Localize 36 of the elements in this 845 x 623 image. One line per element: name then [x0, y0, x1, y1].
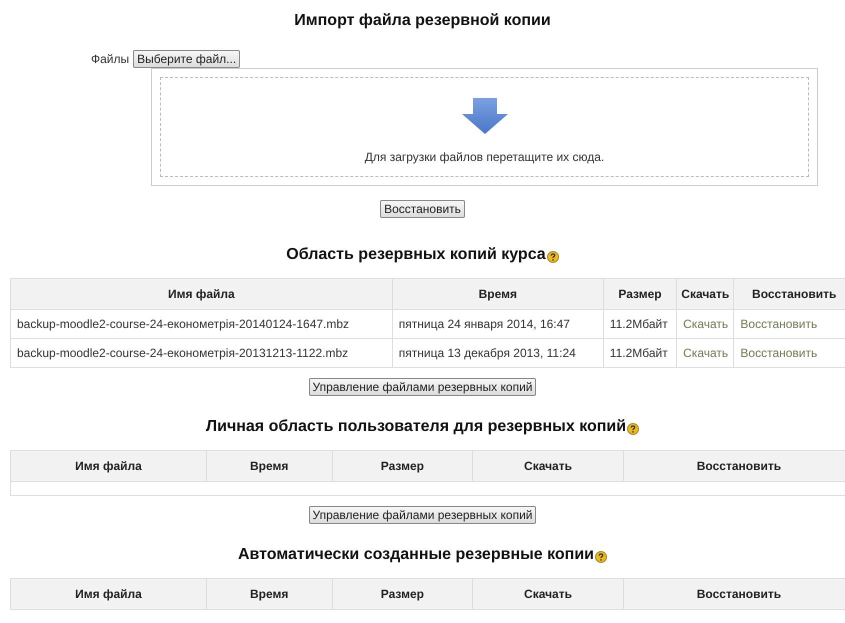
column-header: Восстановить — [623, 578, 845, 610]
column-header: Скачать — [472, 578, 624, 610]
column-header: Скачать — [472, 450, 624, 482]
table-cell: backup-moodle2-course-24-економетрія-20140124-1647.mbz — [10, 310, 392, 338]
table-cell: 11.2Мбайт — [603, 338, 677, 368]
drop-hint: Для загрузки файлов перетащите их сюда. — [364, 150, 604, 164]
column-header: Восстановить — [734, 278, 845, 310]
section-heading: Личная область пользователя для резервных копий — [206, 418, 626, 436]
column-header: Размер — [332, 450, 473, 482]
column-header: Размер — [332, 578, 473, 610]
down-arrow-icon — [462, 98, 508, 134]
manage-files-button[interactable]: Управление файлами резервных копий — [308, 378, 536, 396]
table-cell: 11.2Мбайт — [603, 310, 677, 338]
column-header: Имя файла — [10, 578, 206, 610]
table-cell: пятница 24 января 2014, 16:47 — [392, 310, 604, 338]
column-header: Время — [206, 578, 332, 610]
help-icon[interactable] — [627, 423, 640, 435]
column-header: Скачать — [676, 278, 734, 310]
column-header: Имя файла — [10, 278, 392, 310]
table-cell: пятница 13 декабря 2013, 11:24 — [392, 338, 604, 368]
section-heading: Область резервных копий курса — [286, 246, 546, 264]
column-header: Имя файла — [10, 450, 206, 482]
choose-file-button[interactable]: Выберите файл... — [133, 50, 240, 68]
column-header: Время — [392, 278, 604, 310]
column-header: Размер — [603, 278, 677, 310]
help-icon[interactable] — [595, 551, 608, 563]
files-label: Файлы — [91, 52, 130, 66]
manage-files-button[interactable]: Управление файлами резервных копий — [308, 506, 536, 524]
column-header: Время — [206, 450, 332, 482]
help-icon[interactable] — [546, 251, 559, 263]
file-drop-zone[interactable]: Для загрузки файлов перетащите их сюда. — [151, 68, 818, 186]
column-header: Восстановить — [623, 450, 845, 482]
section-heading: Автоматически созданные резервные копии — [238, 546, 594, 564]
table-cell: backup-moodle2-course-24-економетрія-20131213-1122.mbz — [10, 338, 392, 368]
page-heading: Импорт файла резервной копии — [294, 12, 551, 30]
restore-button[interactable]: Восстановить — [380, 200, 465, 218]
